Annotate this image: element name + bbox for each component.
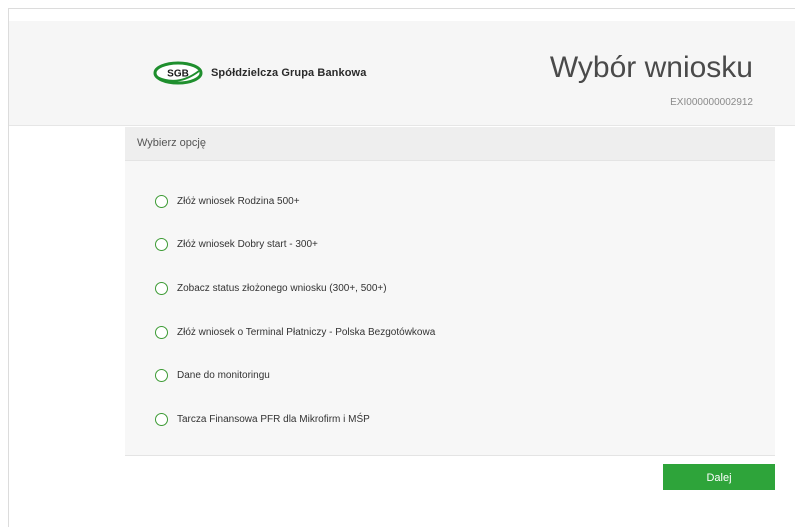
option-label: Złóż wniosek o Terminal Płatniczy - Pols… — [177, 327, 436, 338]
option-dane-monitoringu[interactable]: Dane do monitoringu — [155, 369, 270, 382]
option-tarcza-finansowa[interactable]: Tarcza Finansowa PFR dla Mikrofirm i MŚP — [155, 413, 370, 426]
page-header: SGB Spółdzielcza Grupa Bankowa Wybór wni… — [9, 21, 795, 126]
page-title: Wybór wniosku — [549, 51, 753, 84]
option-terminal-platniczy[interactable]: Złóż wniosek o Terminal Płatniczy - Pols… — [155, 326, 435, 339]
application-id: EXI000000002912 — [670, 97, 753, 108]
option-rodzina-500[interactable]: Złóż wniosek Rodzina 500+ — [155, 195, 300, 208]
radio-unchecked-icon[interactable] — [155, 369, 168, 382]
option-label: Złóż wniosek Rodzina 500+ — [177, 196, 300, 207]
option-dobry-start-300[interactable]: Złóż wniosek Dobry start - 300+ — [155, 238, 318, 251]
option-label: Dane do monitoringu — [177, 370, 270, 381]
radio-unchecked-icon[interactable] — [155, 238, 168, 251]
option-label: Tarcza Finansowa PFR dla Mikrofirm i MŚP — [177, 414, 370, 425]
radio-unchecked-icon[interactable] — [155, 413, 168, 426]
radio-unchecked-icon[interactable] — [155, 282, 168, 295]
option-status-wniosku[interactable]: Zobacz status złożonego wniosku (300+, 5… — [155, 282, 387, 295]
option-label: Zobacz status złożonego wniosku (300+, 5… — [177, 283, 387, 294]
panel-heading: Wybierz opcję — [125, 127, 775, 161]
logo-mark-text: SGB — [167, 69, 189, 80]
option-label: Złóż wniosek Dobry start - 300+ — [177, 239, 318, 250]
options-panel: Wybierz opcję Złóż wniosek Rodzina 500+ … — [125, 127, 775, 456]
radio-unchecked-icon[interactable] — [155, 326, 168, 339]
app-frame: SGB Spółdzielcza Grupa Bankowa Wybór wni… — [8, 8, 795, 527]
logo-text: Spółdzielcza Grupa Bankowa — [211, 67, 367, 79]
sgb-logo-icon: SGB — [153, 61, 203, 85]
radio-unchecked-icon[interactable] — [155, 195, 168, 208]
bank-logo: SGB Spółdzielcza Grupa Bankowa — [153, 61, 366, 85]
next-button[interactable]: Dalej — [663, 464, 775, 490]
